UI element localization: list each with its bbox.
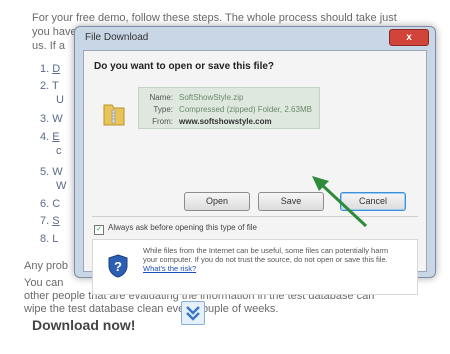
dialog-question: Do you want to open or save this file? xyxy=(94,61,275,72)
svg-text:?: ? xyxy=(114,259,122,274)
always-ask-row[interactable]: ✓ Always ask before opening this type of … xyxy=(94,223,257,235)
cancel-button[interactable]: Cancel xyxy=(340,192,406,211)
close-icon: x xyxy=(406,32,412,43)
list-item: 7. S xyxy=(40,215,60,227)
list-item: W xyxy=(56,180,67,192)
always-ask-checkbox[interactable]: ✓ xyxy=(94,225,104,235)
name-label: Name: xyxy=(149,93,173,102)
list-item: 5. W xyxy=(40,166,63,178)
security-shield-icon: ? xyxy=(107,254,129,283)
list-item: 4. E xyxy=(40,131,60,143)
from-label: From: xyxy=(152,117,173,126)
file-type-value: Compressed (zipped) Folder, 2.63MB xyxy=(179,105,312,114)
open-button[interactable]: Open xyxy=(184,192,250,211)
list-item: U xyxy=(56,94,64,106)
warning-text: While files from the Internet can be use… xyxy=(143,246,403,273)
file-download-dialog: File Download x Do you want to open or s… xyxy=(74,26,436,295)
list-item: 1. D xyxy=(40,63,61,75)
wipe-text: wipe the test database clean every coupl… xyxy=(24,303,279,315)
file-name-value: SoftShowStyle.zip xyxy=(179,93,244,102)
file-source-value: www.softshowstyle.com xyxy=(179,117,272,126)
save-button[interactable]: Save xyxy=(258,192,324,211)
dialog-title: File Download xyxy=(85,32,149,43)
list-item: 8. L xyxy=(40,233,59,245)
security-warning-panel: ? While files from the Internet can be u… xyxy=(92,239,418,295)
intro-line-2: you have xyxy=(32,26,77,38)
dialog-titlebar[interactable]: File Download x xyxy=(75,27,435,49)
list-item: 3. W xyxy=(40,113,63,125)
list-item: c xyxy=(56,145,62,157)
close-button[interactable]: x xyxy=(389,29,429,46)
type-label: Type: xyxy=(153,105,173,114)
intro-line-1: For your free demo, follow these steps. … xyxy=(32,12,397,24)
dialog-body: Do you want to open or save this file? N… xyxy=(83,50,427,295)
file-info-panel: Name: SoftShowStyle.zip Type: Compressed… xyxy=(138,87,320,129)
zip-file-icon xyxy=(102,97,126,132)
always-ask-label: Always ask before opening this type of f… xyxy=(108,223,257,232)
download-now-heading: Download now! xyxy=(32,317,136,333)
risk-link[interactable]: What's the risk? xyxy=(143,264,196,273)
warning-message: While files from the Internet can be use… xyxy=(143,246,389,264)
divider xyxy=(92,216,418,217)
list-item: 2. T xyxy=(40,80,59,92)
download-icon[interactable] xyxy=(181,301,205,325)
list-item: 6. C xyxy=(40,198,61,210)
intro-line-3: us. If a xyxy=(32,40,66,52)
you-can-text: You can xyxy=(24,277,64,289)
any-problems-text: Any prob xyxy=(24,260,69,272)
